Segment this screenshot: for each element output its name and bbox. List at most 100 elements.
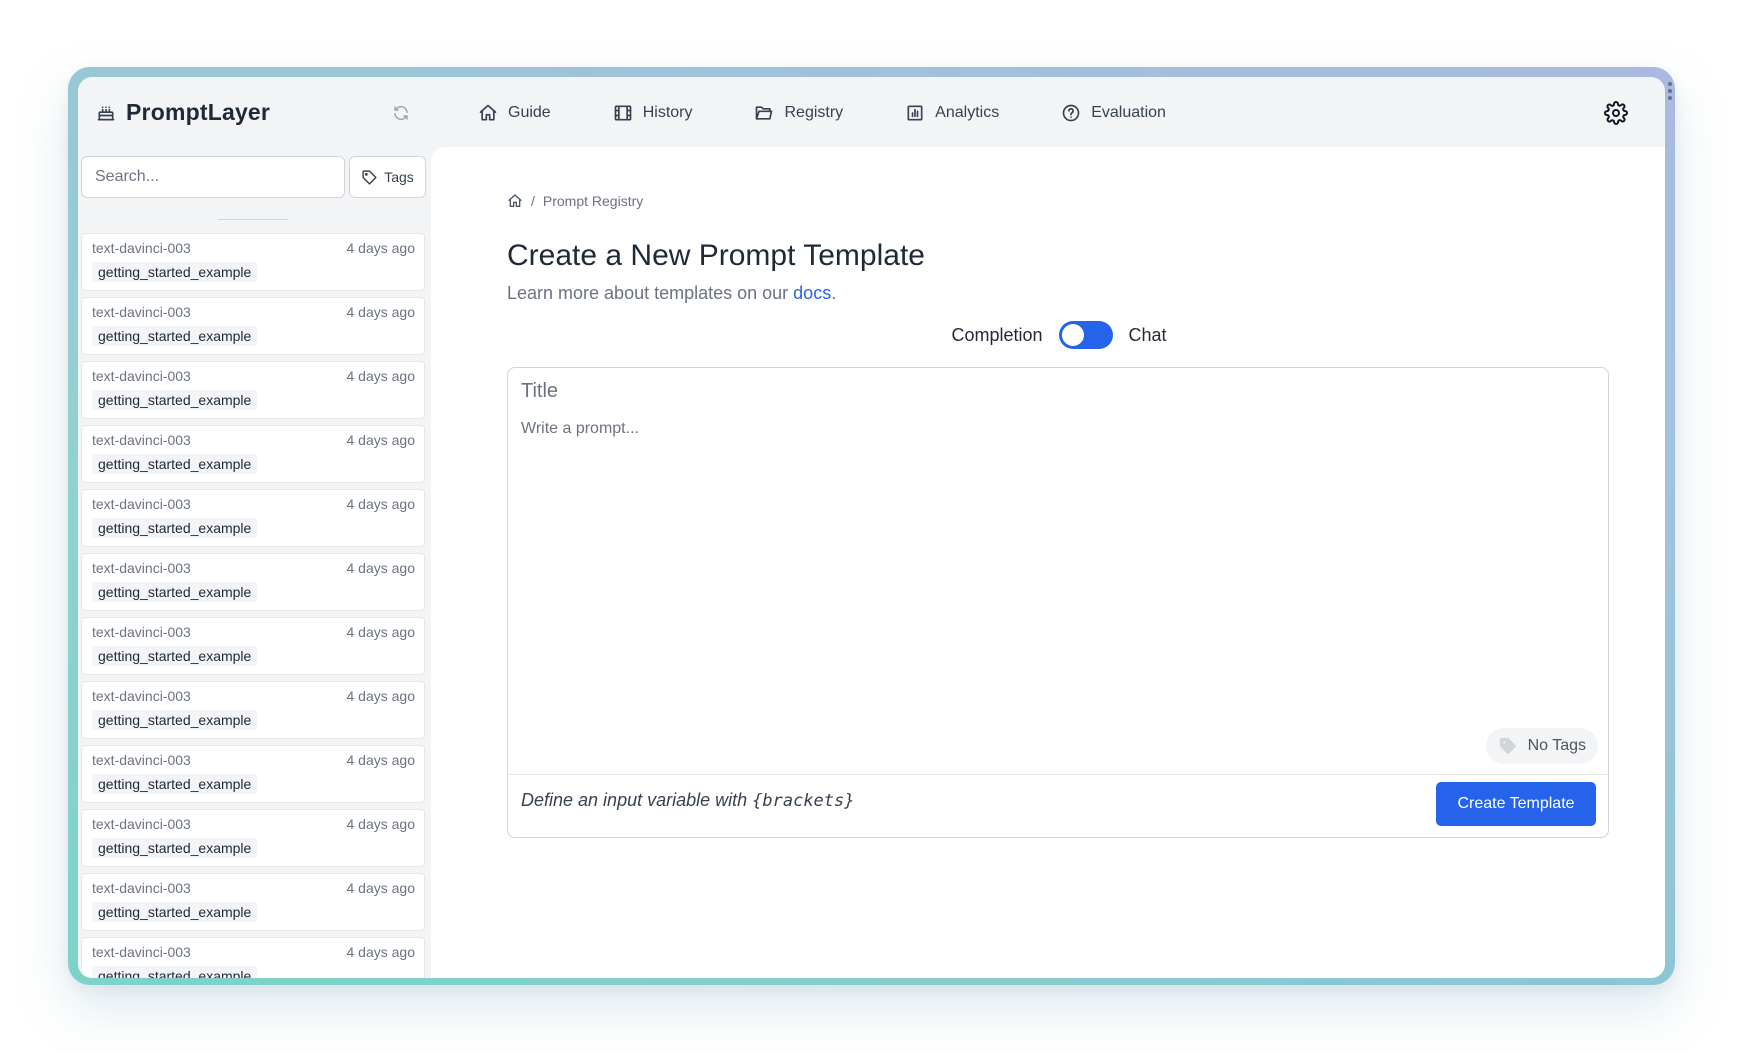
list-item[interactable]: text-davinci-003 4 days ago getting_starte…	[81, 681, 425, 739]
item-tag[interactable]: getting_started_example	[92, 838, 258, 858]
item-tag[interactable]: getting_started_example	[92, 646, 258, 666]
nav-history[interactable]: History	[613, 99, 693, 127]
item-time: 4 days ago	[346, 368, 416, 384]
template-editor: No Tags Define an input variable with {b…	[507, 367, 1609, 838]
list-item[interactable]: text-davinci-003 4 days ago getting_starte…	[81, 489, 425, 547]
item-model: text-davinci-003	[92, 432, 191, 448]
tag-icon	[1499, 737, 1516, 755]
subtitle-suffix: .	[831, 283, 837, 303]
item-model: text-davinci-003	[92, 752, 191, 768]
subtitle-prefix: Learn more about templates on our	[507, 283, 794, 303]
nav-label: Evaluation	[1091, 104, 1166, 121]
list-item[interactable]: text-davinci-003 4 days ago getting_starte…	[81, 425, 425, 483]
logo[interactable]: PromptLayer	[96, 99, 270, 126]
no-tags-button[interactable]: No Tags	[1485, 728, 1598, 764]
breadcrumb-separator: /	[531, 193, 535, 209]
film-icon	[614, 105, 632, 121]
item-model: text-davinci-003	[92, 624, 191, 640]
item-tag[interactable]: getting_started_example	[92, 710, 258, 730]
list-item[interactable]: text-davinci-003 4 days ago getting_starte…	[81, 553, 425, 611]
folder-open-icon	[756, 106, 773, 120]
item-tag[interactable]: getting_started_example	[92, 326, 258, 346]
refresh-icon[interactable]	[392, 104, 410, 122]
item-time: 4 days ago	[346, 560, 416, 576]
help-circle-icon	[1062, 104, 1080, 122]
list-item[interactable]: text-davinci-003 4 days ago getting_starte…	[81, 617, 425, 675]
item-tag[interactable]: getting_started_example	[92, 902, 258, 922]
list-item[interactable]: text-davinci-003 4 days ago getting_starte…	[81, 361, 425, 419]
nav-analytics[interactable]: Analytics	[905, 99, 999, 127]
list-divider	[218, 219, 288, 220]
search-input[interactable]	[81, 156, 345, 198]
item-time: 4 days ago	[346, 304, 416, 320]
item-model: text-davinci-003	[92, 944, 191, 960]
breadcrumb-current[interactable]: Prompt Registry	[543, 193, 643, 209]
prompt-textarea[interactable]	[521, 420, 1581, 720]
list-item[interactable]: text-davinci-003 4 days ago getting_starte…	[81, 937, 425, 978]
list-item[interactable]: text-davinci-003 4 days ago getting_starte…	[81, 809, 425, 867]
resize-handle[interactable]	[1668, 82, 1672, 103]
mode-switch: Completion Chat	[431, 321, 1611, 349]
mode-toggle[interactable]	[1058, 321, 1113, 349]
item-model: text-davinci-003	[92, 816, 191, 832]
page-title: Create a New Prompt Template	[507, 239, 925, 272]
item-tag[interactable]: getting_started_example	[92, 966, 258, 978]
item-model: text-davinci-003	[92, 880, 191, 896]
nav-registry[interactable]: Registry	[754, 99, 843, 127]
nav-label: History	[642, 104, 693, 121]
item-tag[interactable]: getting_started_example	[92, 582, 258, 602]
breadcrumb: / Prompt Registry	[507, 193, 643, 209]
nav-guide[interactable]: Guide	[478, 99, 551, 127]
item-tag[interactable]: getting_started_example	[92, 454, 258, 474]
home-icon[interactable]	[507, 193, 523, 209]
item-tag[interactable]: getting_started_example	[92, 518, 258, 538]
item-time: 4 days ago	[346, 240, 416, 256]
list-item[interactable]: text-davinci-003 4 days ago getting_starte…	[81, 745, 425, 803]
tag-icon	[362, 169, 377, 185]
list-item[interactable]: text-davinci-003 4 days ago getting_starte…	[81, 873, 425, 931]
top-bar: PromptLayer Guide History Registry Analy…	[78, 77, 1665, 147]
bar-chart-icon	[907, 105, 923, 121]
item-tag[interactable]: getting_started_example	[92, 262, 258, 282]
app-name: PromptLayer	[126, 99, 271, 125]
nav-label: Guide	[508, 104, 551, 121]
request-list[interactable]: text-davinci-003 4 days ago getting_starte…	[81, 233, 425, 978]
item-time: 4 days ago	[346, 816, 416, 832]
cake-logo-icon	[97, 105, 115, 120]
main-panel: / Prompt Registry Create a New Prompt Te…	[431, 147, 1665, 978]
no-tags-label: No Tags	[1527, 737, 1586, 754]
nav-evaluation[interactable]: Evaluation	[1061, 99, 1166, 127]
mode-chat-label[interactable]: Chat	[1129, 325, 1167, 346]
item-model: text-davinci-003	[92, 368, 191, 384]
toggle-knob	[1061, 324, 1084, 346]
nav-label: Registry	[784, 104, 844, 121]
hint-text: Define an input variable with	[521, 790, 753, 810]
item-time: 4 days ago	[346, 880, 416, 896]
item-model: text-davinci-003	[92, 240, 191, 256]
mode-completion-label[interactable]: Completion	[951, 325, 1042, 346]
item-model: text-davinci-003	[92, 496, 191, 512]
home-icon	[479, 104, 497, 121]
variable-hint: Define an input variable with {brackets}	[521, 790, 855, 811]
list-item[interactable]: text-davinci-003 4 days ago getting_starte…	[81, 297, 425, 355]
create-template-button[interactable]: Create Template	[1436, 782, 1596, 826]
app-window: PromptLayer Guide History Registry Analy…	[78, 77, 1665, 978]
item-model: text-davinci-003	[92, 688, 191, 704]
item-time: 4 days ago	[346, 944, 416, 960]
docs-link[interactable]: docs	[793, 283, 831, 303]
title-input[interactable]	[521, 380, 1321, 403]
item-time: 4 days ago	[346, 624, 416, 640]
main-nav: Guide History Registry Analytics Evaluat…	[478, 99, 1228, 127]
item-tag[interactable]: getting_started_example	[92, 390, 258, 410]
hint-code: {brackets}	[752, 791, 855, 811]
gear-icon[interactable]	[1604, 101, 1628, 125]
item-time: 4 days ago	[346, 752, 416, 768]
tags-label: Tags	[384, 169, 414, 185]
item-time: 4 days ago	[346, 432, 416, 448]
item-model: text-davinci-003	[92, 560, 191, 576]
item-tag[interactable]: getting_started_example	[92, 774, 258, 794]
item-time: 4 days ago	[346, 496, 416, 512]
tags-filter-button[interactable]: Tags	[349, 156, 426, 198]
nav-label: Analytics	[935, 104, 1000, 121]
list-item[interactable]: text-davinci-003 4 days ago getting_starte…	[81, 233, 425, 291]
